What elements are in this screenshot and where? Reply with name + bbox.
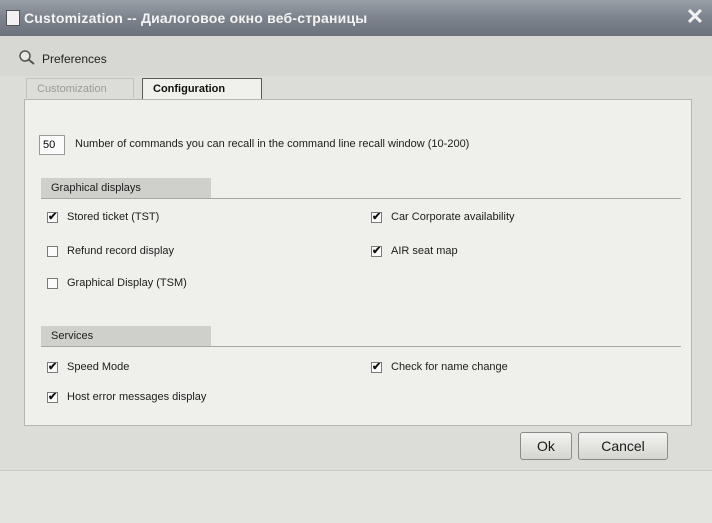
checkbox-box[interactable]: ✔ — [371, 246, 382, 257]
app-icon — [6, 10, 20, 26]
status-footer — [0, 470, 712, 523]
section-divider — [41, 198, 681, 199]
services-header: Services — [41, 326, 211, 346]
close-icon[interactable]: ✕ — [682, 4, 708, 30]
checkbox-box[interactable]: ✔ — [371, 362, 382, 373]
checkbox-label: Stored ticket (TST) — [67, 211, 160, 223]
checkbox-label: Speed Mode — [67, 361, 130, 373]
recall-count-input[interactable] — [39, 135, 65, 155]
title-bar: Customization -- Диалоговое окно веб-стр… — [0, 0, 712, 36]
ok-button[interactable]: Ok — [520, 432, 572, 460]
checkbox-label: Refund record display — [67, 245, 175, 257]
recall-count-label: Number of commands you can recall in the… — [75, 138, 470, 150]
preferences-title: Preferences — [42, 52, 107, 66]
checkbox-box[interactable]: ✔ — [47, 212, 58, 223]
checkbox-box[interactable]: ✔ — [371, 212, 382, 223]
checkbox-label: Check for name change — [391, 361, 508, 373]
checkbox-box[interactable] — [47, 246, 58, 257]
checkbox-box[interactable]: ✔ — [47, 362, 58, 373]
window-title: Customization -- Диалоговое окно веб-стр… — [24, 10, 368, 26]
preferences-header: Preferences — [0, 36, 712, 76]
tab-configuration[interactable]: Configuration — [142, 78, 262, 100]
magnifier-icon — [19, 50, 35, 65]
checkbox-box[interactable] — [47, 278, 58, 289]
checkbox-box[interactable]: ✔ — [47, 392, 58, 403]
cancel-button[interactable]: Cancel — [578, 432, 668, 460]
section-divider — [41, 346, 681, 347]
checkbox-label: Graphical Display (TSM) — [67, 277, 187, 289]
tab-customization[interactable]: Customization — [26, 78, 134, 98]
checkbox-label: AIR seat map — [391, 245, 458, 257]
checkbox-label: Host error messages display — [67, 391, 207, 403]
checkbox-label: Car Corporate availability — [391, 211, 515, 223]
graphical-displays-header: Graphical displays — [41, 178, 211, 198]
configuration-panel: Number of commands you can recall in the… — [24, 99, 692, 426]
